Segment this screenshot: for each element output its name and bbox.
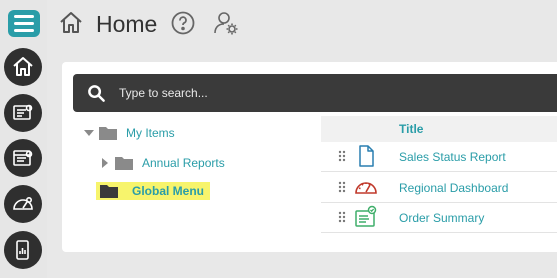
content-panel: My Items Annual Reports Global Menu Titl… (62, 62, 557, 252)
search-bar (73, 74, 557, 112)
folder-icon (99, 127, 117, 140)
left-rail (0, 0, 47, 278)
mobile-report-icon (16, 240, 29, 260)
drag-handle-icon[interactable] (338, 181, 346, 193)
list-item[interactable]: Order Summary (321, 203, 557, 233)
tree-item-label: Global Menu (132, 184, 204, 198)
dashboard-gauge-icon (13, 197, 33, 210)
tree-item-annual-reports[interactable]: Annual Reports (100, 156, 225, 170)
caret-down-icon[interactable] (84, 128, 94, 138)
drag-handle-icon[interactable] (338, 211, 346, 223)
summary-icon (355, 205, 377, 227)
home-icon[interactable] (58, 10, 84, 36)
folder-icon (115, 157, 133, 170)
rail-dashboard-button[interactable] (4, 185, 42, 223)
gauge-icon (355, 182, 377, 194)
document-icon (359, 145, 374, 167)
caret-right-icon[interactable] (100, 158, 110, 168)
drag-handle-icon[interactable] (338, 150, 346, 162)
list-item-label[interactable]: Regional Dashboard (399, 181, 508, 195)
status-report-icon (13, 150, 33, 166)
report-icon (13, 104, 33, 120)
menu-button[interactable] (8, 10, 40, 37)
list-item-label[interactable]: Sales Status Report (399, 150, 506, 164)
header: Home (47, 0, 557, 47)
help-icon[interactable] (171, 11, 195, 35)
rail-home-button[interactable] (4, 48, 42, 86)
page-title: Home (96, 11, 158, 37)
rail-status-button[interactable] (4, 139, 42, 177)
home-icon (13, 57, 33, 76)
list-item[interactable]: Regional Dashboard (321, 173, 557, 203)
search-icon (88, 85, 105, 102)
tree-item-label: Annual Reports (142, 156, 225, 170)
tree-item-my-items[interactable]: My Items (84, 126, 175, 140)
search-input[interactable] (119, 83, 419, 103)
column-title[interactable]: Title (399, 122, 423, 136)
tree-item-global-menu[interactable]: Global Menu (96, 182, 210, 200)
list-item[interactable]: Sales Status Report (321, 142, 557, 172)
tree-item-label: My Items (126, 126, 175, 140)
list-item-label[interactable]: Order Summary (399, 211, 484, 225)
rail-mobile-button[interactable] (4, 231, 42, 269)
list-header: Title (321, 116, 557, 142)
rail-reports-button[interactable] (4, 94, 42, 132)
user-settings-icon[interactable] (213, 10, 239, 36)
folder-icon (100, 185, 118, 198)
